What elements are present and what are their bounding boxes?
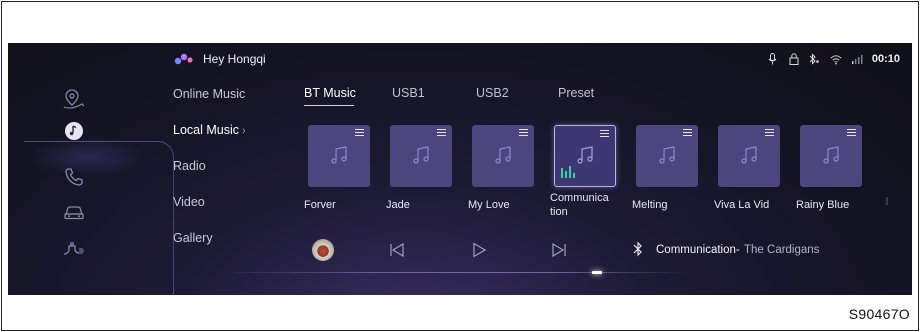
status-bar: 00:10 [767,53,900,65]
album-art[interactable] [312,239,334,261]
tab-label: USB1 [392,86,425,100]
music-icon[interactable] [60,117,88,145]
category-label: Radio [173,159,206,173]
song-title: Jade [386,199,410,211]
song-thumbnail [390,125,452,187]
next-icon[interactable] [550,241,568,259]
play-icon[interactable] [470,241,488,259]
category-label: Gallery [173,231,213,245]
song-thumbnail [472,125,534,187]
bluetooth-icon [809,53,821,65]
tab-label: BT Music [304,86,356,100]
song-item-active[interactable]: Communica tion [550,125,630,219]
signal-icon [851,53,863,65]
song-thumbnail [718,125,780,187]
music-note-icon [495,146,511,164]
song-item[interactable]: Jade [386,125,466,212]
music-note-icon [413,146,429,164]
progress-track[interactable] [218,272,688,273]
assistant-logo-icon [174,53,193,65]
clock: 00:10 [871,53,900,65]
chevron-right-icon: › [242,125,246,137]
assistant-name: Hey Hongqi [203,52,266,66]
lock-icon [788,53,800,65]
song-title: Forver [304,199,336,211]
music-note-icon [577,146,593,164]
microphone-icon [767,53,779,65]
song-thumbnail-active [554,125,616,187]
category-local-music[interactable]: Local Music › [173,123,246,137]
rail-divider-curve [24,141,174,295]
song-title: Communica tion [550,192,609,218]
song-title: Viva La Vid [714,199,770,211]
song-item[interactable]: Melting [632,125,712,212]
tab-usb2[interactable]: USB2 [476,86,509,100]
category-label: Local Music [173,123,239,137]
previous-icon[interactable] [388,241,406,259]
menu-icon[interactable] [355,129,364,136]
tab-preset[interactable]: Preset [558,86,594,100]
music-note-icon [741,146,757,164]
song-title: Rainy Blue [796,199,850,211]
tab-label: Preset [558,86,595,100]
phone-icon[interactable] [60,163,88,191]
tab-label: USB2 [476,86,509,100]
category-radio[interactable]: Radio [173,159,206,173]
category-label: Online Music [173,87,246,101]
menu-icon[interactable] [683,129,692,136]
now-playing-title: Communication- [656,244,740,256]
tab-active-underline [304,105,354,106]
music-note-icon [823,146,839,164]
song-title: Melting [632,199,668,211]
infotainment-screen: Hey Hongqi 00:10 Online Music Local Musi… [8,43,912,295]
scroll-indicator[interactable] [886,197,888,205]
progress-knob[interactable] [592,271,602,274]
menu-icon[interactable] [437,129,446,136]
car-icon[interactable] [60,199,88,227]
charging-icon[interactable] [60,235,88,263]
category-video[interactable]: Video [173,195,205,209]
left-nav-rail [8,73,174,295]
player-bar: Communication- The Cardigans [304,238,894,268]
song-thumbnail [800,125,862,187]
category-label: Video [173,195,205,209]
tab-bt-music[interactable]: BT Music [304,86,356,106]
tab-usb1[interactable]: USB1 [392,86,425,100]
song-item[interactable]: Viva La Vid [714,125,794,212]
song-title: My Love [468,199,510,211]
song-item[interactable]: Rainy Blue [796,125,876,212]
menu-icon[interactable] [765,129,774,136]
category-gallery[interactable]: Gallery [173,231,213,245]
song-thumbnail [308,125,370,187]
category-online-music[interactable]: Online Music [173,87,245,101]
menu-icon[interactable] [519,129,528,136]
song-item[interactable]: Forver [304,125,384,212]
figure-code: S90467O [848,306,910,322]
music-note-icon [331,146,347,164]
navigation-icon[interactable] [60,85,88,113]
song-item[interactable]: My Love [468,125,548,212]
equalizer-icon [561,166,575,178]
bluetooth-source-icon [633,241,642,257]
menu-icon[interactable] [600,130,609,137]
song-thumbnail [636,125,698,187]
voice-assistant[interactable]: Hey Hongqi [174,52,266,66]
wifi-icon [830,53,842,65]
music-note-icon [659,146,675,164]
menu-icon[interactable] [847,129,856,136]
now-playing-artist: The Cardigans [744,244,820,256]
